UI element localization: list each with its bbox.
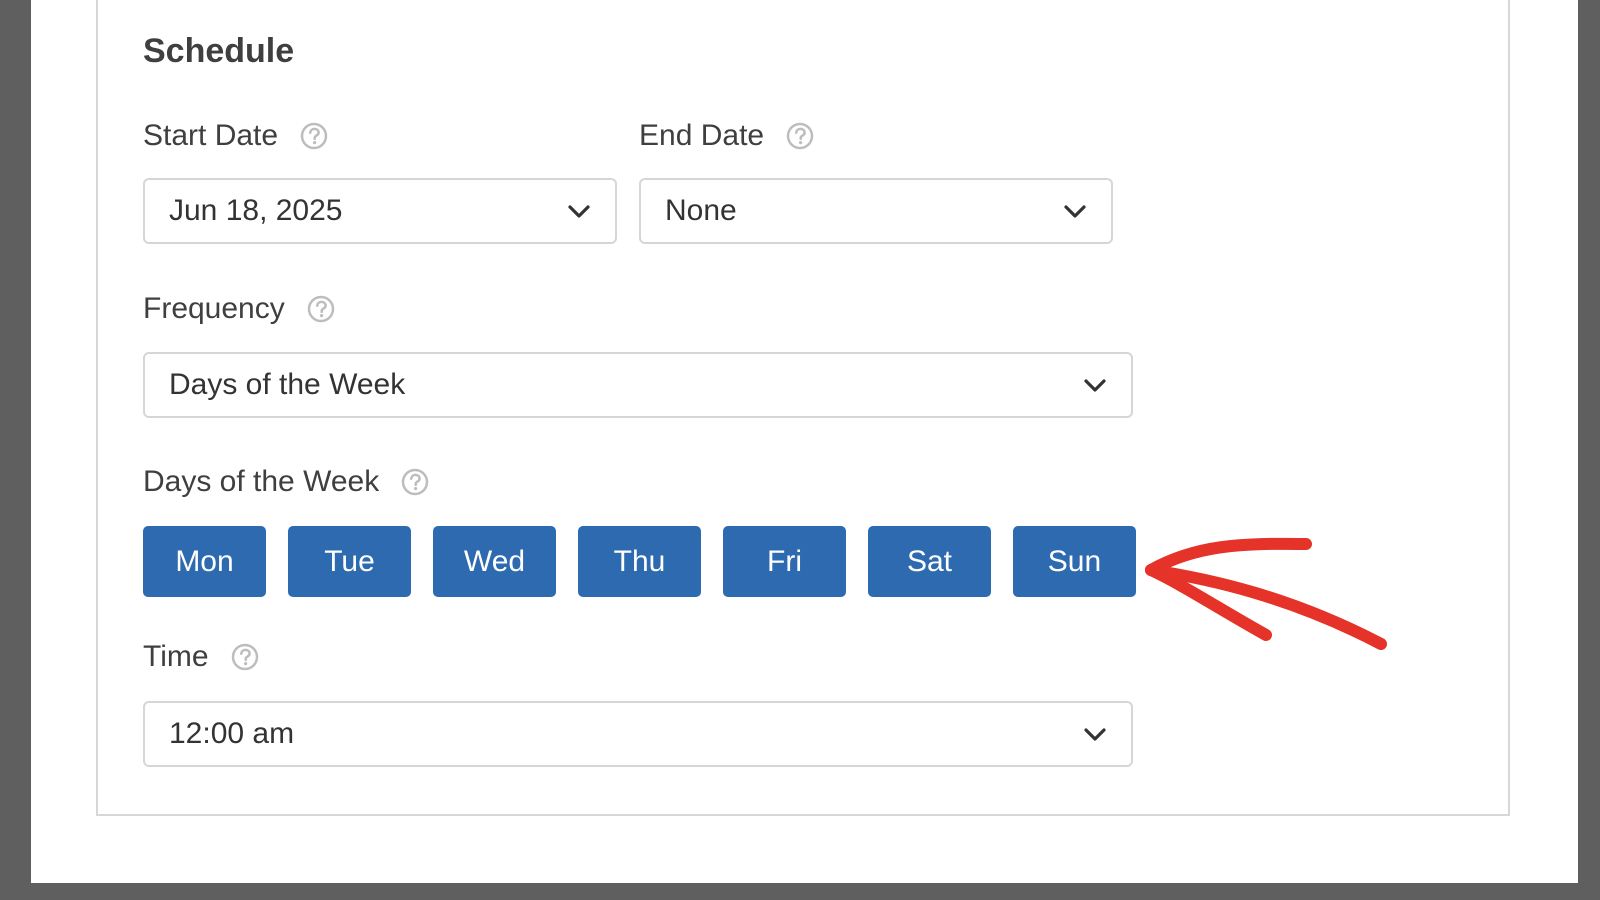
days-of-week-label: Days of the Week — [143, 465, 430, 499]
question-circle-icon[interactable] — [306, 294, 336, 324]
page-surface: Schedule Start Date Jun 18, 2025 End Dat… — [31, 0, 1578, 883]
day-button-mon[interactable]: Mon — [143, 526, 266, 597]
time-label: Time — [143, 640, 260, 674]
start-date-label: Start Date — [143, 119, 329, 153]
question-circle-icon[interactable] — [230, 642, 260, 672]
schedule-title: Schedule — [143, 32, 295, 70]
day-button-wed[interactable]: Wed — [433, 526, 556, 597]
day-button-sat[interactable]: Sat — [868, 526, 991, 597]
day-button-thu[interactable]: Thu — [578, 526, 701, 597]
question-circle-icon[interactable] — [400, 467, 430, 497]
chevron-down-icon — [1063, 199, 1087, 223]
day-button-sun[interactable]: Sun — [1013, 526, 1136, 597]
end-date-label: End Date — [639, 119, 815, 153]
time-select[interactable]: 12:00 am — [143, 701, 1133, 767]
end-date-value: None — [665, 194, 737, 227]
start-date-value: Jun 18, 2025 — [169, 194, 343, 227]
frequency-label-text: Frequency — [143, 292, 285, 325]
time-label-text: Time — [143, 640, 209, 673]
frequency-select[interactable]: Days of the Week — [143, 352, 1133, 418]
chevron-down-icon — [1083, 373, 1107, 397]
frequency-value: Days of the Week — [169, 368, 406, 401]
day-button-fri[interactable]: Fri — [723, 526, 846, 597]
days-of-week-buttons: Mon Tue Wed Thu Fri Sat Sun — [143, 526, 1136, 597]
days-of-week-label-text: Days of the Week — [143, 465, 380, 498]
question-circle-icon[interactable] — [299, 121, 329, 151]
start-date-label-text: Start Date — [143, 119, 279, 152]
red-arrow-annotation — [1145, 537, 1387, 650]
day-button-tue[interactable]: Tue — [288, 526, 411, 597]
end-date-select[interactable]: None — [639, 178, 1113, 244]
end-date-label-text: End Date — [639, 119, 765, 152]
schedule-panel: Schedule Start Date Jun 18, 2025 End Dat… — [96, 0, 1510, 816]
start-date-select[interactable]: Jun 18, 2025 — [143, 178, 617, 244]
frequency-label: Frequency — [143, 292, 336, 326]
chevron-down-icon — [567, 199, 591, 223]
time-value: 12:00 am — [169, 717, 295, 750]
chevron-down-icon — [1083, 722, 1107, 746]
question-circle-icon[interactable] — [785, 121, 815, 151]
